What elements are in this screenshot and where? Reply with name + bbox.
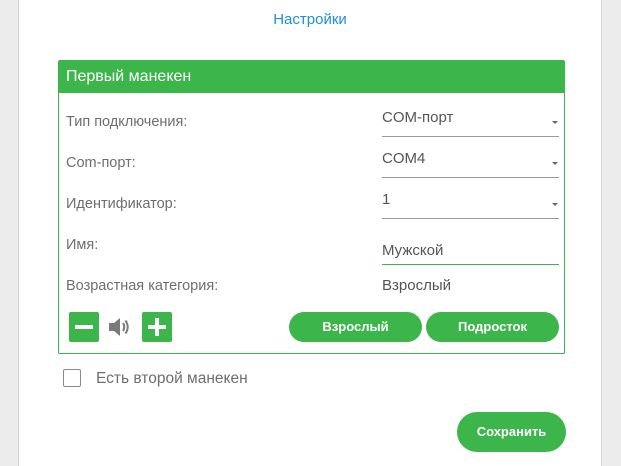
volume-down-button[interactable] — [69, 312, 99, 342]
name-input[interactable]: Мужской — [382, 237, 559, 265]
speaker-icon — [109, 318, 129, 336]
age-category-value: Взрослый — [382, 277, 451, 294]
chevron-down-icon — [552, 203, 558, 206]
settings-card: Настройки Первый манекен Тип подключения… — [18, 0, 602, 466]
minus-icon — [75, 325, 93, 329]
second-mannequin-checkbox[interactable] — [63, 369, 81, 387]
com-port-select[interactable]: COM4 — [382, 150, 559, 178]
identifier-select[interactable]: 1 — [382, 191, 559, 219]
volume-up-button[interactable] — [142, 312, 172, 342]
connection-type-select[interactable]: COM-порт — [382, 109, 559, 137]
second-mannequin-label[interactable]: Есть второй манекен — [96, 370, 248, 388]
chevron-down-icon — [552, 121, 558, 124]
age-category-label: Возрастная категория: — [66, 278, 219, 294]
connection-type-label: Тип подключения: — [66, 114, 188, 130]
settings-link[interactable]: Настройки — [19, 11, 601, 28]
panel-title: Первый манекен — [59, 61, 564, 93]
connection-type-value: COM-порт — [382, 109, 454, 126]
first-mannequin-panel: Первый манекен Тип подключения: COM-порт… — [58, 60, 565, 354]
chevron-down-icon — [552, 162, 558, 165]
identifier-value: 1 — [382, 191, 391, 208]
adult-button[interactable]: Взрослый — [289, 312, 422, 342]
identifier-label: Идентификатор: — [66, 196, 177, 212]
com-port-value: COM4 — [382, 150, 426, 167]
name-value: Мужской — [382, 242, 444, 259]
name-label: Имя: — [66, 237, 99, 253]
save-button[interactable]: Сохранить — [457, 412, 566, 452]
teen-button[interactable]: Подросток — [426, 312, 559, 342]
com-port-label: Com-порт: — [66, 155, 136, 171]
